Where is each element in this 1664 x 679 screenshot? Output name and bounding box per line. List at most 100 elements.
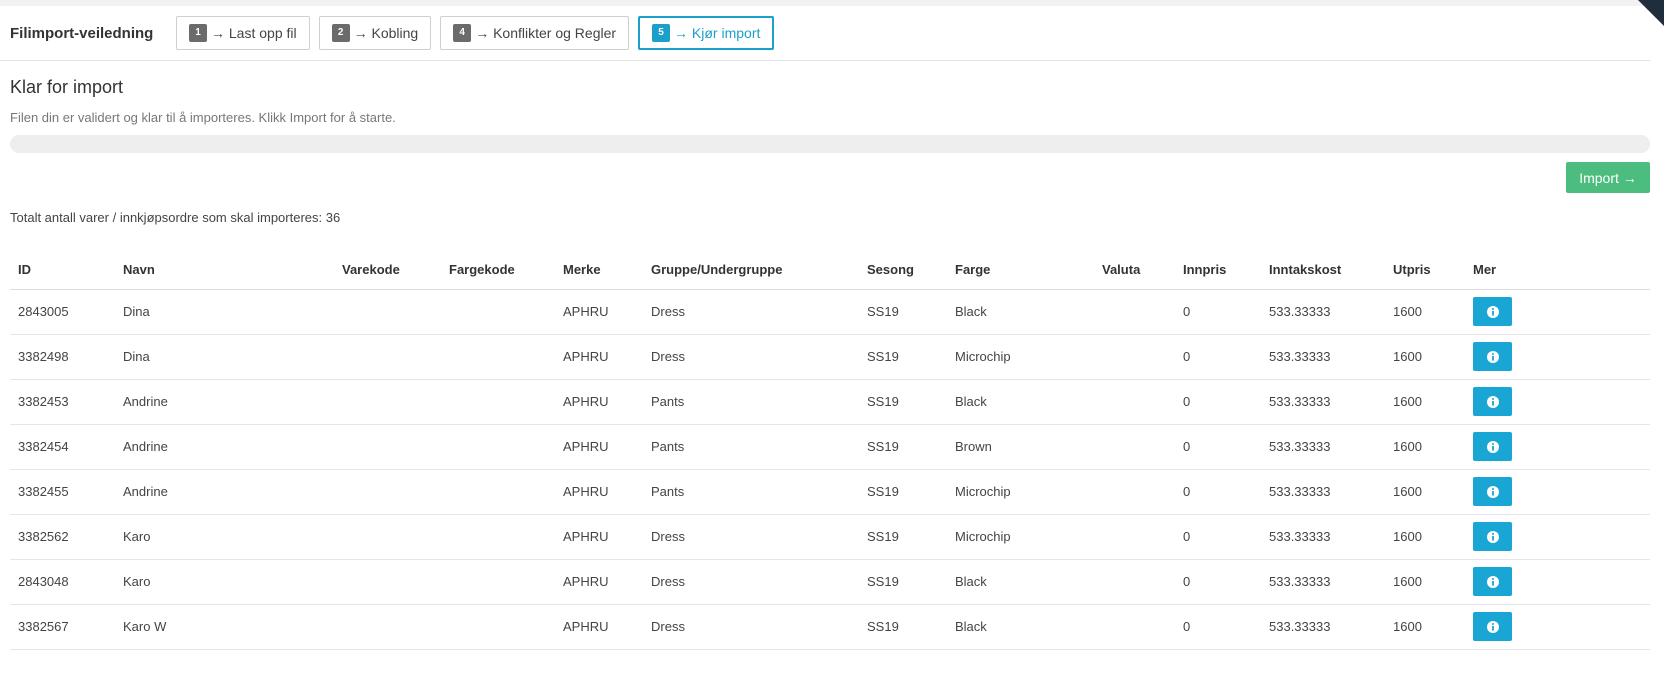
cell-group: Pants [643,379,859,425]
table-header-row: ID Navn Varekode Fargekode Merke Gruppe/… [10,251,1650,290]
cell-currency [1094,514,1175,560]
cell-id: 3382455 [10,469,115,515]
row-info-button[interactable] [1473,387,1512,416]
cell-item-code [334,604,441,650]
cell-landed-cost: 533.33333 [1261,559,1385,605]
import-button[interactable]: Import → [1566,162,1650,193]
column-header-purchase-price[interactable]: Innpris [1175,251,1261,290]
cell-color-code [441,604,555,650]
cell-more [1465,469,1650,515]
info-circle-icon [1486,350,1499,363]
cell-sale-price: 1600 [1385,469,1465,515]
import-items-table: ID Navn Varekode Fargekode Merke Gruppe/… [10,251,1650,650]
cell-purchase-price: 0 [1175,604,1261,650]
import-action-row: Import → [10,162,1650,202]
column-header-name[interactable]: Navn [115,251,334,290]
cell-currency [1094,334,1175,380]
info-circle-icon [1486,440,1499,453]
cell-more [1465,559,1650,605]
cell-group: Dress [643,334,859,380]
step-number-badge: 2 [331,24,350,42]
cell-name: Karo W [115,604,334,650]
total-count-text: Totalt antall varer / innkjøpsordre som … [10,210,341,225]
cell-brand: APHRU [555,604,643,650]
column-header-sale-price[interactable]: Utpris [1385,251,1465,290]
cell-item-code [334,514,441,560]
info-circle-icon [1486,395,1499,408]
cell-landed-cost: 533.33333 [1261,469,1385,515]
cell-sale-price: 1600 [1385,559,1465,605]
table-row: 3382498 Dina APHRU Dress SS19 Microchip 0 533.3… [10,334,1650,380]
row-info-button[interactable] [1473,297,1512,326]
step-run-import[interactable]: 5 → Kjør import [638,16,775,50]
column-header-currency[interactable]: Valuta [1094,251,1175,290]
step-number-badge: 5 [652,24,671,42]
cell-id: 3382453 [10,379,115,425]
cell-season: SS19 [859,379,947,425]
cell-color: Microchip [947,469,1094,515]
column-header-landed-cost[interactable]: Inntakskost [1261,251,1385,290]
cell-more [1465,604,1650,650]
table-body: 2843005 Dina APHRU Dress SS19 Black 0 533.33333… [10,289,1650,650]
column-header-brand[interactable]: Merke [555,251,643,290]
cell-currency [1094,469,1175,515]
row-info-button[interactable] [1473,612,1512,641]
cell-landed-cost: 533.33333 [1261,289,1385,335]
cell-currency [1094,379,1175,425]
import-wizard-header: Filimport-veiledning 1 → Last opp fil 2 … [0,6,1650,61]
step-upload-file[interactable]: 1 → Last opp fil [176,16,310,50]
cell-color: Black [947,379,1094,425]
cell-id: 3382562 [10,514,115,560]
cell-season: SS19 [859,604,947,650]
cell-landed-cost: 533.33333 [1261,379,1385,425]
cell-more [1465,514,1650,560]
cell-name: Andrine [115,379,334,425]
cell-landed-cost: 533.33333 [1261,334,1385,380]
cell-brand: APHRU [555,514,643,560]
column-header-group[interactable]: Gruppe/Undergruppe [643,251,859,290]
cell-more [1465,289,1650,335]
table-row: 3382453 Andrine APHRU Pants SS19 Black 0 533.33… [10,379,1650,425]
cell-season: SS19 [859,514,947,560]
info-circle-icon [1486,485,1499,498]
cell-purchase-price: 0 [1175,289,1261,335]
info-circle-icon [1486,305,1499,318]
row-info-button[interactable] [1473,477,1512,506]
column-header-id[interactable]: ID [10,251,115,290]
cell-name: Karo [115,514,334,560]
column-header-item-code[interactable]: Varekode [334,251,441,290]
step-mapping[interactable]: 2 → Kobling [318,16,432,50]
table-row: 3382562 Karo APHRU Dress SS19 Microchip 0 533.3… [10,514,1650,560]
cell-season: SS19 [859,334,947,380]
cell-season: SS19 [859,559,947,605]
step-label: → Konflikter og Regler [475,25,617,41]
main-content: Klar for import Filen din er validert og… [10,61,1650,650]
cell-brand: APHRU [555,289,643,335]
cell-item-code [334,559,441,605]
info-circle-icon [1486,620,1499,633]
cell-sale-price: 1600 [1385,289,1465,335]
cell-season: SS19 [859,469,947,515]
cell-color-code [441,289,555,335]
column-header-season[interactable]: Sesong [859,251,947,290]
row-info-button[interactable] [1473,432,1512,461]
cell-more [1465,424,1650,470]
step-conflicts-rules[interactable]: 4 → Konflikter og Regler [440,16,630,50]
cell-group: Pants [643,469,859,515]
cell-purchase-price: 0 [1175,469,1261,515]
cell-name: Dina [115,334,334,380]
cell-sale-price: 1600 [1385,514,1465,560]
row-info-button[interactable] [1473,342,1512,371]
cell-id: 3382454 [10,424,115,470]
step-label: → Last opp fil [211,25,297,41]
cell-id: 2843048 [10,559,115,605]
table-row: 2843048 Karo APHRU Dress SS19 Black 0 533.33333… [10,559,1650,605]
column-header-color-code[interactable]: Fargekode [441,251,555,290]
cell-color: Black [947,559,1094,605]
row-info-button[interactable] [1473,522,1512,551]
cell-sale-price: 1600 [1385,604,1465,650]
column-header-color[interactable]: Farge [947,251,1094,290]
cell-color-code [441,469,555,515]
row-info-button[interactable] [1473,567,1512,596]
cell-group: Dress [643,514,859,560]
